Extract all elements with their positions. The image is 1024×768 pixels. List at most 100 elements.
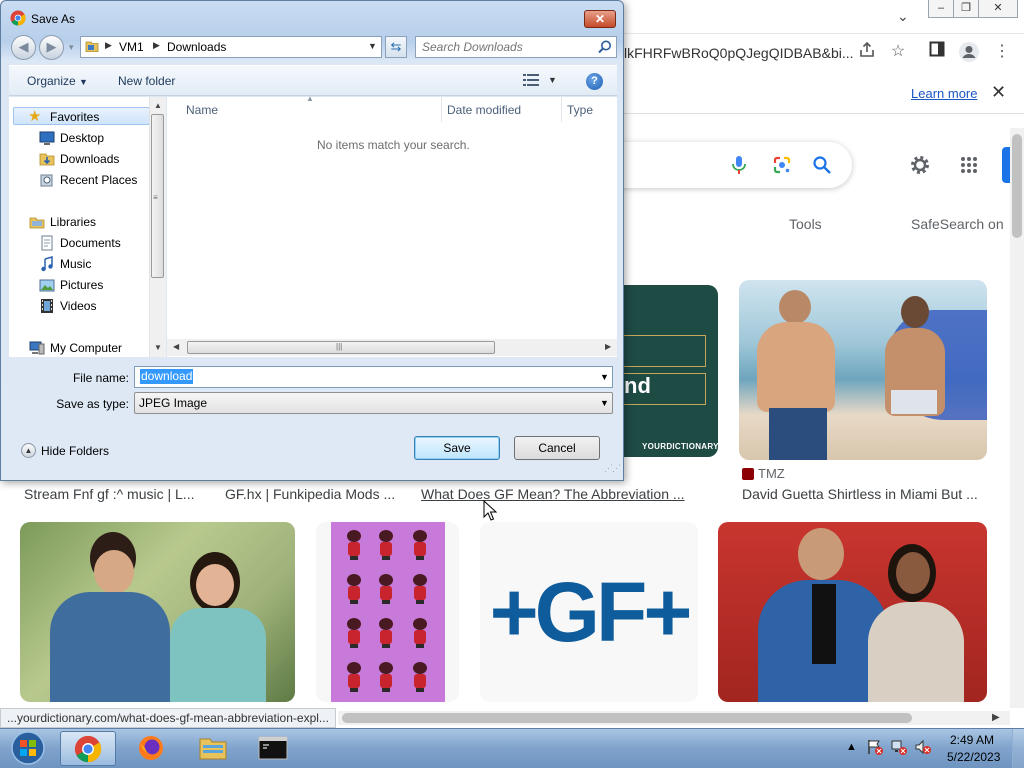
learn-more-link[interactable]: Learn more <box>911 86 977 101</box>
google-lens-icon[interactable] <box>772 155 792 175</box>
share-icon[interactable] <box>856 41 878 63</box>
address-bar-url[interactable]: lkFHRFwBRoQ0pQJegQIDBAB&bi... <box>624 45 854 61</box>
file-name-dropdown-icon[interactable]: ▼ <box>600 372 609 382</box>
person-face <box>94 550 134 594</box>
result-caption[interactable]: David Guetta Shirtless in Miami But ... <box>742 486 987 502</box>
nav-item-downloads[interactable]: Downloads <box>39 150 149 168</box>
file-list[interactable] <box>167 97 617 357</box>
person-head <box>901 296 929 328</box>
column-divider[interactable] <box>561 97 562 122</box>
search-downloads-input[interactable] <box>422 40 592 54</box>
tab-search-chevron-icon[interactable]: ⌄ <box>897 8 909 25</box>
tools-filter[interactable]: Tools <box>789 216 822 232</box>
nav-item-pictures[interactable]: Pictures <box>39 276 149 294</box>
column-header-date-modified[interactable]: Date modified <box>447 103 521 128</box>
voice-search-mic-icon[interactable] <box>729 154 749 176</box>
search-icon[interactable] <box>597 39 613 55</box>
path-dropdown-icon[interactable]: ▼ <box>368 41 377 51</box>
resize-grip-icon[interactable]: ⋰⋰ <box>604 463 621 474</box>
scroll-up-arrow-icon[interactable]: ▲ <box>154 101 162 110</box>
dialog-close-button[interactable]: ✕ <box>584 10 616 28</box>
side-panel-icon[interactable] <box>926 41 948 63</box>
settings-gear-icon[interactable] <box>908 153 932 177</box>
clock-date[interactable]: 5/22/2023 <box>947 750 1000 764</box>
change-view-icon[interactable] <box>523 74 539 86</box>
column-header-type[interactable]: Type <box>567 103 593 128</box>
result-caption[interactable]: Stream Fnf gf :^ music | L... <box>24 486 200 502</box>
new-folder-button[interactable]: New folder <box>118 74 175 88</box>
result-caption[interactable]: GF.hx | Funkipedia Mods ... <box>225 486 397 502</box>
result-image-espys[interactable] <box>718 522 987 702</box>
breadcrumb-separator-icon[interactable]: ▶ <box>153 40 160 51</box>
info-bar-close-icon[interactable]: ✕ <box>991 82 1006 103</box>
show-desktop-button[interactable] <box>1012 729 1024 768</box>
chrome-logo-icon <box>10 10 26 26</box>
result-caption-hovered[interactable]: What Does GF Mean? The Abbreviation ... <box>421 486 689 502</box>
file-name-value[interactable]: download <box>140 369 194 384</box>
taskbar-file-explorer[interactable] <box>186 731 242 766</box>
breadcrumb-vm1[interactable]: VM1 <box>119 40 144 54</box>
cancel-button[interactable]: Cancel <box>514 436 600 460</box>
sign-in-button-edge[interactable] <box>1002 147 1010 183</box>
firefox-icon <box>139 736 163 760</box>
network-icon[interactable] <box>890 739 908 755</box>
back-button[interactable]: ◀ <box>11 35 36 60</box>
search-box[interactable] <box>415 36 617 58</box>
google-apps-grid-icon[interactable] <box>960 156 978 174</box>
file-name-input[interactable] <box>134 366 613 388</box>
volume-muted-icon[interactable] <box>914 739 932 755</box>
profile-avatar-icon[interactable] <box>958 41 980 63</box>
taskbar-chrome[interactable] <box>60 731 116 766</box>
result-image-tmz[interactable] <box>739 280 987 460</box>
organize-menu[interactable]: Organize ▼ <box>27 74 88 88</box>
minimize-button[interactable]: – <box>928 0 954 18</box>
nav-item-desktop[interactable]: Desktop <box>39 129 149 147</box>
nav-item-libraries[interactable]: Libraries <box>29 213 149 231</box>
window-close-button[interactable]: ✕ <box>978 0 1018 18</box>
clock-time[interactable]: 2:49 AM <box>950 733 994 747</box>
breadcrumb-separator-icon[interactable]: ▶ <box>105 40 112 51</box>
nav-item-music[interactable]: Music <box>39 255 149 273</box>
save-as-type-value[interactable]: JPEG Image <box>139 396 207 410</box>
scroll-left-arrow-icon[interactable]: ◀ <box>173 342 179 351</box>
taskbar-command-prompt[interactable] <box>246 731 302 766</box>
refresh-button[interactable]: ⇆ <box>385 36 407 58</box>
save-as-dialog: Save As ✕ ◀ ▶ ▾ ▶ VM1 ▶ Downloads ▼ ⇆ Or… <box>0 0 624 481</box>
page-scrollbar-thumb[interactable] <box>1012 134 1022 238</box>
view-options-dropdown-icon[interactable]: ▼ <box>548 75 557 85</box>
nav-item-recent-places[interactable]: Recent Places <box>39 171 149 189</box>
sprite-figure <box>377 662 395 694</box>
sprite-figure <box>377 530 395 562</box>
start-button-windows-icon[interactable] <box>6 730 50 766</box>
help-icon[interactable]: ? <box>586 73 603 90</box>
breadcrumb-downloads[interactable]: Downloads <box>167 40 226 54</box>
save-as-type-dropdown-icon[interactable]: ▼ <box>600 398 609 408</box>
forward-button[interactable]: ▶ <box>39 35 64 60</box>
search-icon[interactable] <box>812 155 832 175</box>
scroll-right-arrow-icon[interactable]: ▶ <box>992 712 1000 723</box>
show-hidden-icons-icon[interactable]: ▲ <box>846 741 857 753</box>
bookmark-star-icon[interactable]: ☆ <box>887 41 909 63</box>
taskbar-firefox[interactable] <box>124 731 180 766</box>
nav-item-favorites[interactable]: ★ Favorites <box>13 107 150 125</box>
hide-folders-toggle[interactable]: ▲ Hide Folders <box>21 443 121 461</box>
nav-item-my-computer[interactable]: My Computer <box>29 339 149 357</box>
scroll-down-arrow-icon[interactable]: ▼ <box>154 343 162 352</box>
libraries-icon <box>29 217 45 229</box>
result-image-gf-logo[interactable]: +GF+ <box>480 522 698 702</box>
page-horizontal-scrollbar-thumb[interactable] <box>342 713 912 723</box>
result-image-couple[interactable] <box>20 522 295 702</box>
chrome-menu-icon[interactable]: ⋮ <box>991 41 1013 63</box>
column-divider[interactable] <box>441 97 442 122</box>
result-image-sprites[interactable] <box>316 522 459 702</box>
save-button[interactable]: Save <box>414 436 500 460</box>
result-source[interactable]: TMZ <box>758 466 785 481</box>
scroll-right-arrow-icon[interactable]: ▶ <box>605 342 611 351</box>
action-center-flag-icon[interactable] <box>866 739 884 755</box>
nav-item-documents[interactable]: Documents <box>39 234 149 252</box>
recent-locations-dropdown-icon[interactable]: ▾ <box>69 42 74 53</box>
safesearch-filter[interactable]: SafeSearch on <box>911 216 1004 232</box>
nav-item-videos[interactable]: Videos <box>39 297 149 315</box>
restore-button[interactable]: ❐ <box>953 0 979 18</box>
column-header-name[interactable]: Name <box>186 103 218 128</box>
